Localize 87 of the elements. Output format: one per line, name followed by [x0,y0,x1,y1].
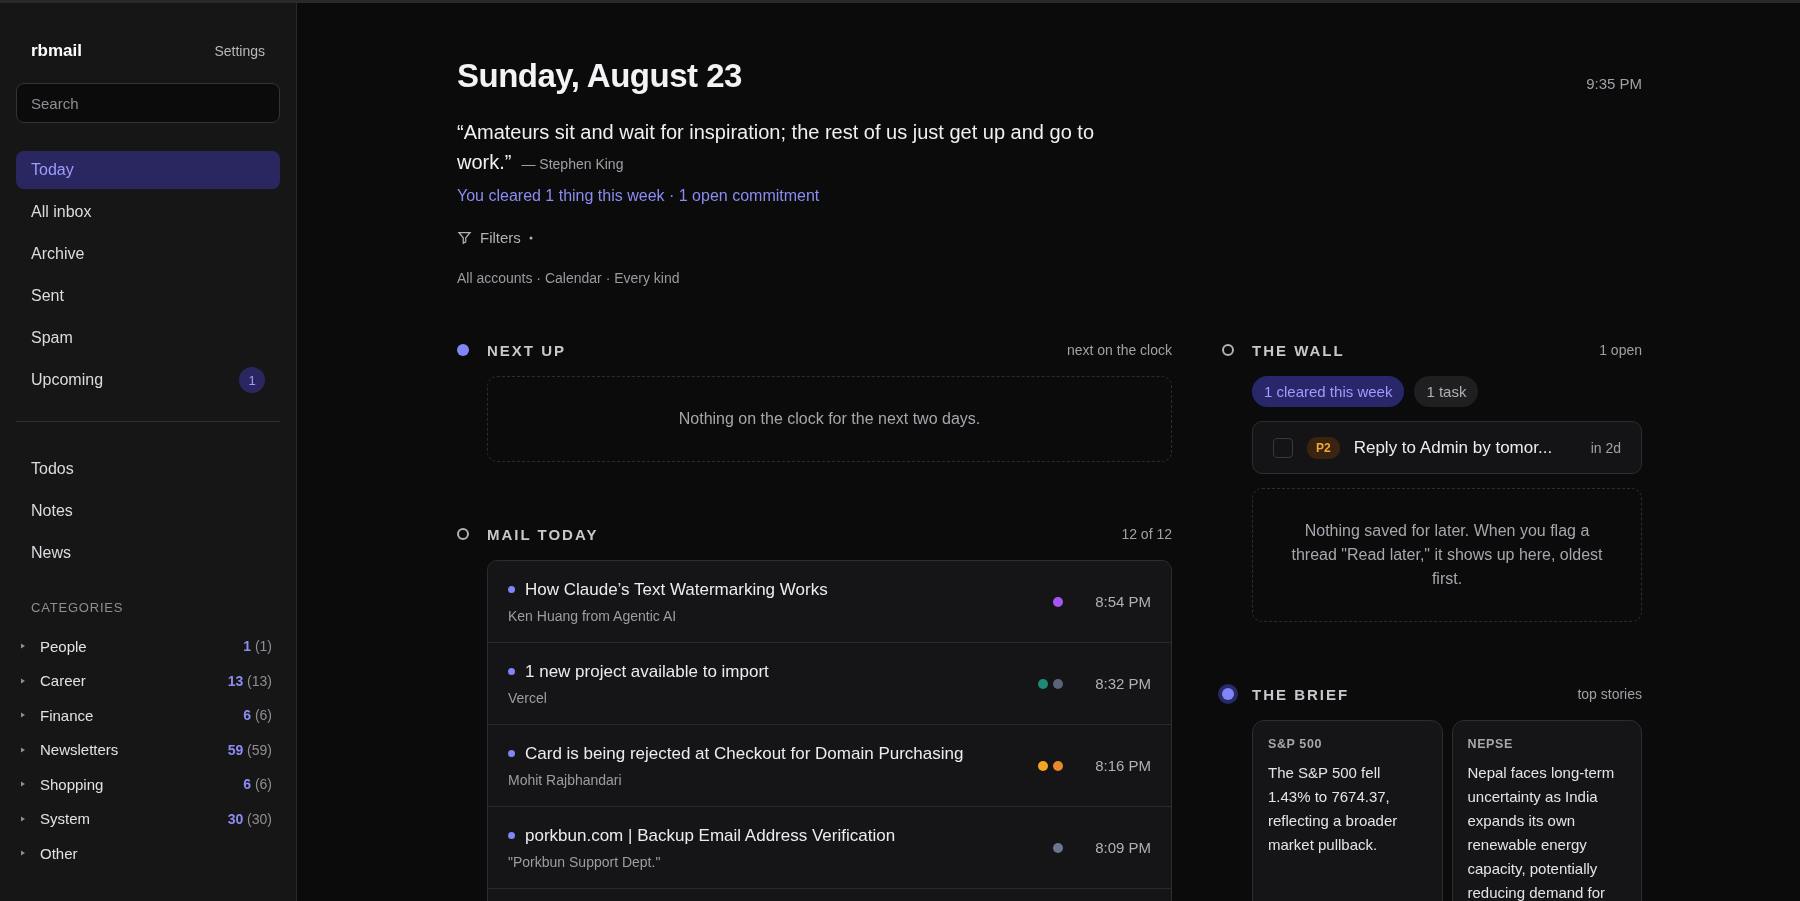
mail-subject: Card is being rejected at Checkout for Domain Purchasing [525,743,964,764]
search-field[interactable]: Search [16,83,280,123]
caret-icon [20,746,26,753]
story-text: The S&P 500 fell 1.43% to 7674.37, reflecting a broader market pullback. [1268,763,1399,855]
category-count: 1 (1) [243,638,272,655]
nav-label: Upcoming [31,371,104,389]
mail-sender: "Porkbun Support Dept." [508,853,662,870]
category-label[interactable]: Shopping [40,775,244,793]
mail-subject: How Claude’s Text Watermarking Works [525,579,828,600]
nav-label: Today [31,161,74,179]
nav-item[interactable]: News [16,534,280,572]
caret-icon [20,815,26,822]
current-time: 9:35 PM [1586,75,1642,92]
caret-icon [20,850,26,857]
nav-label: Spam [31,329,73,347]
category-label[interactable]: People [40,637,244,655]
categories-heading: CATEGORIES [31,600,125,615]
story-label: NEPSE [1467,737,1514,751]
mail-subject: 1 new project available to import [525,661,769,682]
category-label[interactable]: Career [40,672,228,690]
caret-icon [20,712,26,719]
quote-author: — Stephen King [521,156,624,172]
filters-button[interactable]: Filters [457,229,533,246]
category-label[interactable]: Other [40,844,272,862]
mail-time: 8:32 PM [1094,675,1151,692]
task-title[interactable]: Reply to Admin by tomor... [1353,437,1577,458]
mail-sender: Vercel [508,689,548,706]
category-count: 59 (59) [227,741,272,758]
nav-label: Archive [31,245,85,263]
quote-text: “Amateurs sit and wait for inspiration; the rest of us just get up and go to work.” — Stephen King [457,120,1095,175]
filter-icon [457,230,472,245]
nav-item[interactable]: Notes [16,492,280,530]
section-note: 1 open [1599,342,1642,358]
mail-row[interactable]: porkbun.com | Backup Email Address Verification "Porkbun Support Dept." 8:09 PM [488,807,1171,889]
count-badge: 1 [239,367,265,393]
nav-item[interactable]: Archive [16,235,280,273]
story-label: S&P 500 [1268,737,1323,751]
filter-chip[interactable]: 1 cleared this week [1252,376,1405,407]
priority-tag: P2 [1307,436,1340,459]
mail-row[interactable]: How Claude’s Text Watermarking Works Ken Huang from Agentic AI 8:54 PM [488,561,1171,643]
section-title: MAIL TODAY [487,525,600,543]
settings-link[interactable]: Settings [214,43,265,59]
empty-state: Nothing on the clock for the next two days. [487,376,1172,462]
story-text: Nepal faces long-term uncertainty as India expands its own renewable energy capacity, potentially reducing demand for [1467,763,1616,901]
dropdown-dot-icon [528,235,533,240]
filter-summary: All accounts · Calendar · Every kind [457,270,681,286]
section-note: 12 of 12 [1121,526,1172,542]
section-title: THE WALL [1252,341,1346,359]
task-checkbox[interactable] [1273,437,1293,458]
category-label[interactable]: System [40,810,228,828]
category-label[interactable]: Newsletters [40,741,228,759]
mail-subject: porkbun.com | Backup Email Address Verification [525,825,896,846]
category-label[interactable]: Finance [40,706,244,724]
brand-name: rbmail [31,41,83,61]
story-card[interactable]: S&P 500 The S&P 500 fell 1.43% to 7674.37, reflecting a broader market pullback. [1252,720,1443,901]
story-card[interactable]: NEPSE Nepal faces long-term uncertainty as India expands its own renewable energy capacity, potentially reducing demand for [1451,720,1642,901]
mail-sender: Mohit Rajbhandari [508,771,623,788]
section-title: THE BRIEF [1252,685,1351,703]
category-count: 13 (13) [227,672,272,689]
mail-row[interactable]: 1 new project available to import Vercel 8:32 PM [488,643,1171,725]
nav-item[interactable]: Sent [16,277,280,315]
nav-item[interactable]: Today [16,151,280,189]
section-note: top stories [1577,686,1642,702]
date-title: Sunday, August 23 [457,57,742,95]
nav-item[interactable]: Spam [16,319,280,357]
empty-state: Nothing saved for later. When you flag a thread "Read later," it shows up here, oldest first. [1252,488,1642,622]
mail-sender: Ken Huang from Agentic AI [508,607,678,624]
section-note: next on the clock [1066,342,1172,358]
mail-row[interactable]: Card is being rejected at Checkout for Domain Purchasing Mohit Rajbhandari 8:16 PM [488,725,1171,807]
nav-item[interactable]: All inbox [16,193,280,231]
filter-chip[interactable]: 1 task [1414,376,1479,407]
caret-icon [20,781,26,788]
nav-item[interactable]: Upcoming 1 [16,361,280,399]
section-title: NEXT UP [487,341,567,359]
nav-label: Sent [31,287,64,305]
mail-time: 8:09 PM [1094,839,1151,856]
nav-item[interactable]: Todos [16,450,280,488]
caret-icon [20,677,26,684]
category-count: 6 (6) [243,707,272,724]
nav-label: All inbox [31,203,92,221]
weekly-stats: You cleared 1 thing this week · 1 open commitment [457,187,821,205]
mail-time: 8:16 PM [1094,757,1151,774]
category-count: 6 (6) [243,776,272,793]
mail-time: 8:54 PM [1094,593,1151,610]
task-due: in 2d [1590,439,1621,456]
caret-icon [20,643,26,650]
category-count: 30 (30) [227,810,272,827]
